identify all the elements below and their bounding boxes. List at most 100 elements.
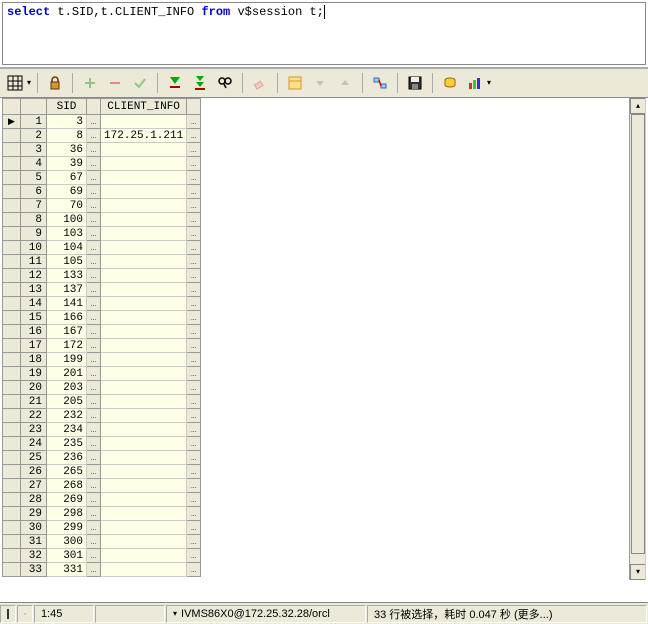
- cell-sid[interactable]: 301: [47, 549, 87, 563]
- print-button[interactable]: [439, 72, 461, 94]
- cell-editor-button[interactable]: …: [187, 269, 201, 283]
- row-selector[interactable]: [3, 395, 21, 409]
- cell-clientinfo[interactable]: [101, 395, 187, 409]
- scroll-up-button[interactable]: ▴: [630, 98, 646, 114]
- cell-clientinfo[interactable]: [101, 451, 187, 465]
- row-selector[interactable]: [3, 367, 21, 381]
- cell-sid[interactable]: 235: [47, 437, 87, 451]
- cell-editor-button[interactable]: …: [87, 185, 101, 199]
- find-button[interactable]: [214, 72, 236, 94]
- cell-editor-button[interactable]: …: [187, 395, 201, 409]
- cell-sid[interactable]: 167: [47, 325, 87, 339]
- row-selector[interactable]: [3, 325, 21, 339]
- cell-clientinfo[interactable]: [101, 185, 187, 199]
- cell-sid[interactable]: 133: [47, 269, 87, 283]
- table-row[interactable]: 9103……: [3, 227, 201, 241]
- cell-sid[interactable]: 103: [47, 227, 87, 241]
- cell-editor-button[interactable]: …: [87, 465, 101, 479]
- cell-clientinfo[interactable]: [101, 535, 187, 549]
- nav-up-button[interactable]: [334, 72, 356, 94]
- dropdown-arrow-icon[interactable]: ▾: [487, 78, 491, 88]
- cell-editor-button[interactable]: …: [187, 339, 201, 353]
- cell-sid[interactable]: 268: [47, 479, 87, 493]
- grid-view-button[interactable]: [4, 72, 26, 94]
- cell-editor-button[interactable]: …: [187, 115, 201, 129]
- cell-sid[interactable]: 298: [47, 507, 87, 521]
- table-row[interactable]: 25236……: [3, 451, 201, 465]
- cell-sid[interactable]: 265: [47, 465, 87, 479]
- post-button[interactable]: [129, 72, 151, 94]
- cell-editor-button[interactable]: …: [187, 367, 201, 381]
- cell-editor-button[interactable]: …: [187, 283, 201, 297]
- cell-clientinfo[interactable]: 172.25.1.211: [101, 129, 187, 143]
- table-row[interactable]: 24235……: [3, 437, 201, 451]
- cell-sid[interactable]: 201: [47, 367, 87, 381]
- cell-editor-button[interactable]: …: [87, 353, 101, 367]
- cell-sid[interactable]: 236: [47, 451, 87, 465]
- cell-clientinfo[interactable]: [101, 367, 187, 381]
- row-selector[interactable]: [3, 269, 21, 283]
- table-row[interactable]: 29298……: [3, 507, 201, 521]
- cell-clientinfo[interactable]: [101, 409, 187, 423]
- row-selector[interactable]: [3, 479, 21, 493]
- table-row[interactable]: 10104……: [3, 241, 201, 255]
- dropdown-arrow-icon[interactable]: ▾: [27, 78, 31, 88]
- cell-sid[interactable]: 137: [47, 283, 87, 297]
- cell-editor-button[interactable]: …: [187, 409, 201, 423]
- cell-sid[interactable]: 166: [47, 311, 87, 325]
- row-selector[interactable]: [3, 437, 21, 451]
- row-selector[interactable]: [3, 199, 21, 213]
- cell-editor-button[interactable]: …: [187, 157, 201, 171]
- cell-clientinfo[interactable]: [101, 283, 187, 297]
- table-row[interactable]: 17172……: [3, 339, 201, 353]
- delete-record-button[interactable]: [104, 72, 126, 94]
- sql-editor[interactable]: select t.SID,t.CLIENT_INFO from v$sessio…: [2, 2, 646, 65]
- cell-editor-button[interactable]: …: [187, 423, 201, 437]
- save-button[interactable]: [404, 72, 426, 94]
- table-row[interactable]: 23234……: [3, 423, 201, 437]
- cell-sid[interactable]: 203: [47, 381, 87, 395]
- table-row[interactable]: 8100……: [3, 213, 201, 227]
- cell-sid[interactable]: 3: [47, 115, 87, 129]
- cell-clientinfo[interactable]: [101, 255, 187, 269]
- cell-sid[interactable]: 105: [47, 255, 87, 269]
- row-selector[interactable]: [3, 185, 21, 199]
- add-record-button[interactable]: [79, 72, 101, 94]
- cell-editor-button[interactable]: …: [187, 521, 201, 535]
- cell-clientinfo[interactable]: [101, 171, 187, 185]
- cell-editor-button[interactable]: …: [187, 255, 201, 269]
- cell-clientinfo[interactable]: [101, 269, 187, 283]
- cell-editor-button[interactable]: …: [187, 465, 201, 479]
- scroll-down-button[interactable]: ▾: [630, 564, 646, 580]
- cell-sid[interactable]: 8: [47, 129, 87, 143]
- cell-clientinfo[interactable]: [101, 227, 187, 241]
- table-row[interactable]: 28269……: [3, 493, 201, 507]
- row-selector[interactable]: [3, 171, 21, 185]
- cell-editor-button[interactable]: …: [187, 493, 201, 507]
- row-selector[interactable]: [3, 451, 21, 465]
- table-row[interactable]: 33331……: [3, 563, 201, 577]
- table-row[interactable]: 27268……: [3, 479, 201, 493]
- cell-editor-button[interactable]: …: [187, 535, 201, 549]
- cell-clientinfo[interactable]: [101, 479, 187, 493]
- cell-clientinfo[interactable]: [101, 213, 187, 227]
- table-row[interactable]: 770……: [3, 199, 201, 213]
- cell-sid[interactable]: 39: [47, 157, 87, 171]
- linked-query-button[interactable]: [369, 72, 391, 94]
- scroll-track[interactable]: [630, 114, 645, 564]
- lock-button[interactable]: [44, 72, 66, 94]
- cell-clientinfo[interactable]: [101, 549, 187, 563]
- fetch-all-button[interactable]: [189, 72, 211, 94]
- cell-clientinfo[interactable]: [101, 199, 187, 213]
- cell-sid[interactable]: 69: [47, 185, 87, 199]
- cell-editor-button[interactable]: …: [187, 311, 201, 325]
- cell-editor-button[interactable]: …: [187, 381, 201, 395]
- cell-clientinfo[interactable]: [101, 465, 187, 479]
- cell-sid[interactable]: 70: [47, 199, 87, 213]
- column-header-sid[interactable]: SID: [47, 99, 87, 115]
- cell-editor-button[interactable]: …: [187, 297, 201, 311]
- cell-editor-button[interactable]: …: [87, 241, 101, 255]
- cell-sid[interactable]: 199: [47, 353, 87, 367]
- table-row[interactable]: 30299……: [3, 521, 201, 535]
- cell-clientinfo[interactable]: [101, 311, 187, 325]
